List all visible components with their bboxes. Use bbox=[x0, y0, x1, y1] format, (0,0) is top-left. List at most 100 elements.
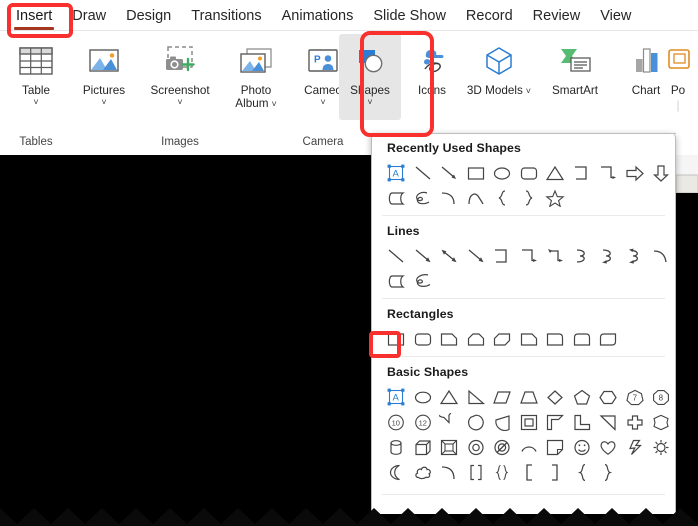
shape-pie[interactable] bbox=[436, 409, 463, 434]
tab-view[interactable]: View bbox=[590, 3, 641, 29]
screenshot-button[interactable]: Screenshot ˅ bbox=[140, 34, 220, 107]
tab-draw[interactable]: Draw bbox=[62, 3, 116, 29]
shape-trapezoid[interactable] bbox=[516, 384, 543, 409]
shape-elbow-connector[interactable] bbox=[489, 243, 516, 268]
shape-arc[interactable] bbox=[436, 185, 463, 210]
tab-record[interactable]: Record bbox=[456, 3, 523, 29]
shape-l-shape[interactable] bbox=[569, 409, 596, 434]
tab-review[interactable]: Review bbox=[523, 3, 591, 29]
shape-text-box[interactable]: A bbox=[383, 384, 410, 409]
shape-diagonal-stripe[interactable] bbox=[595, 409, 622, 434]
shape-rounded-rectangle[interactable] bbox=[516, 160, 543, 185]
shape-bevel[interactable] bbox=[436, 434, 463, 459]
shape-scribble[interactable] bbox=[410, 185, 437, 210]
shape-elbow-arrow-connector[interactable] bbox=[516, 243, 543, 268]
shape-oval[interactable] bbox=[489, 160, 516, 185]
shape-elbow-arrow-connector[interactable] bbox=[595, 160, 622, 185]
shape-cross[interactable] bbox=[622, 409, 649, 434]
shape-curved-connector[interactable] bbox=[569, 243, 596, 268]
shape-snip-single-corner-rectangle[interactable] bbox=[436, 326, 463, 351]
3d-models-button[interactable]: 3D Models ˅ bbox=[463, 34, 535, 97]
power-addin-button[interactable]: Po | bbox=[658, 34, 698, 112]
shape-curve[interactable] bbox=[463, 185, 490, 210]
shape-elbow-double-arrow-connector[interactable] bbox=[542, 243, 569, 268]
shape-line-arrow-down[interactable] bbox=[463, 243, 490, 268]
chevron-down-icon[interactable]: ˅ bbox=[177, 97, 182, 107]
shape-double-bracket[interactable] bbox=[463, 459, 490, 484]
shape-rectangle[interactable] bbox=[383, 326, 410, 351]
shape-round-single-corner-rectangle[interactable] bbox=[542, 326, 569, 351]
chevron-down-icon[interactable]: ˅ bbox=[101, 97, 106, 107]
chevron-down-icon[interactable]: ˅ bbox=[33, 97, 38, 107]
tab-slide-show[interactable]: Slide Show bbox=[363, 3, 456, 29]
shape-cube[interactable] bbox=[410, 434, 437, 459]
shape-decagon[interactable]: 10 bbox=[383, 409, 410, 434]
tab-transitions[interactable]: Transitions bbox=[181, 3, 271, 29]
shape-down-arrow[interactable] bbox=[648, 160, 675, 185]
shape-sun[interactable] bbox=[648, 434, 675, 459]
shape-half-frame[interactable] bbox=[542, 409, 569, 434]
shapes-button[interactable]: Shapes ˅ bbox=[339, 34, 401, 120]
shape-plaque-tab[interactable] bbox=[383, 185, 410, 210]
shape-dodecagon[interactable]: 12 bbox=[410, 409, 437, 434]
shape-line-double-arrow[interactable] bbox=[436, 243, 463, 268]
shape-moon[interactable] bbox=[383, 459, 410, 484]
shape-right-brace[interactable] bbox=[516, 185, 543, 210]
shape-star-5-point[interactable] bbox=[542, 185, 569, 210]
shape-right-triangle[interactable] bbox=[463, 384, 490, 409]
shape-left-bracket[interactable] bbox=[516, 459, 543, 484]
shape-round-diagonal-corner-rectangle[interactable] bbox=[595, 326, 622, 351]
shape-heart[interactable] bbox=[595, 434, 622, 459]
shape-double-brace[interactable] bbox=[489, 459, 516, 484]
shape-arc-2[interactable] bbox=[436, 459, 463, 484]
shape-line-arrow[interactable] bbox=[410, 243, 437, 268]
shape-isosceles-triangle[interactable] bbox=[436, 384, 463, 409]
shape-snip-same-side-corner-rectangle[interactable] bbox=[463, 326, 490, 351]
shape-left-brace[interactable] bbox=[569, 459, 596, 484]
shape-curved-double-arrow-connector[interactable] bbox=[622, 243, 649, 268]
shape-regular-pentagon-star[interactable] bbox=[648, 409, 675, 434]
shape-scribble[interactable] bbox=[410, 268, 437, 293]
shape-diamond[interactable] bbox=[542, 384, 569, 409]
chevron-down-icon[interactable]: ˅ bbox=[367, 97, 372, 107]
shape-right-brace[interactable] bbox=[595, 459, 622, 484]
shape-curve[interactable] bbox=[648, 243, 675, 268]
shape-can[interactable] bbox=[383, 434, 410, 459]
shape-octagon[interactable]: 8 bbox=[648, 384, 675, 409]
shape-rounded-rectangle[interactable] bbox=[410, 326, 437, 351]
shape-line[interactable] bbox=[383, 243, 410, 268]
shape-line-arrow[interactable] bbox=[436, 160, 463, 185]
shape-frame[interactable] bbox=[516, 409, 543, 434]
table-button[interactable]: Table ˅ bbox=[0, 34, 72, 107]
shape-snip-and-round-single-corner-rectangle[interactable] bbox=[516, 326, 543, 351]
shapes-gallery-menu[interactable]: Recently Used Shapes A Lines Rectangles … bbox=[371, 133, 676, 514]
shape-heptagon[interactable]: 7 bbox=[622, 384, 649, 409]
shape-snip-diagonal-corner-rectangle[interactable] bbox=[489, 326, 516, 351]
shape-curved-arrow-connector[interactable] bbox=[595, 243, 622, 268]
shape-right-bracket[interactable] bbox=[542, 459, 569, 484]
photo-album-button[interactable]: Photo Album ˅ bbox=[220, 34, 292, 110]
shape-folded-corner[interactable] bbox=[542, 434, 569, 459]
tab-design[interactable]: Design bbox=[116, 3, 181, 29]
shape-elbow-connector[interactable] bbox=[569, 160, 596, 185]
shape-smiley-face[interactable] bbox=[569, 434, 596, 459]
shape-freeform[interactable] bbox=[383, 268, 410, 293]
shape-donut[interactable] bbox=[463, 434, 490, 459]
smartart-button[interactable]: SmartArt bbox=[535, 34, 615, 97]
tab-insert[interactable]: Insert bbox=[6, 3, 62, 30]
shape-pentagon[interactable] bbox=[569, 384, 596, 409]
shape-cloud[interactable] bbox=[410, 459, 437, 484]
shape-lightning-bolt[interactable] bbox=[622, 434, 649, 459]
shape-rectangle[interactable] bbox=[463, 160, 490, 185]
chevron-down-icon[interactable]: ˅ bbox=[271, 99, 276, 109]
shape-right-arrow[interactable] bbox=[622, 160, 649, 185]
shape-teardrop[interactable] bbox=[463, 409, 490, 434]
shape-oval[interactable] bbox=[410, 384, 437, 409]
chevron-down-icon[interactable]: ˅ bbox=[526, 86, 531, 96]
shape-chord[interactable] bbox=[489, 409, 516, 434]
pictures-button[interactable]: Pictures ˅ bbox=[68, 34, 140, 107]
shape-parallelogram[interactable] bbox=[489, 384, 516, 409]
shape-round-same-side-corner-rectangle[interactable] bbox=[569, 326, 596, 351]
shape-no-symbol[interactable] bbox=[489, 434, 516, 459]
shape-text-box[interactable]: A bbox=[383, 160, 410, 185]
